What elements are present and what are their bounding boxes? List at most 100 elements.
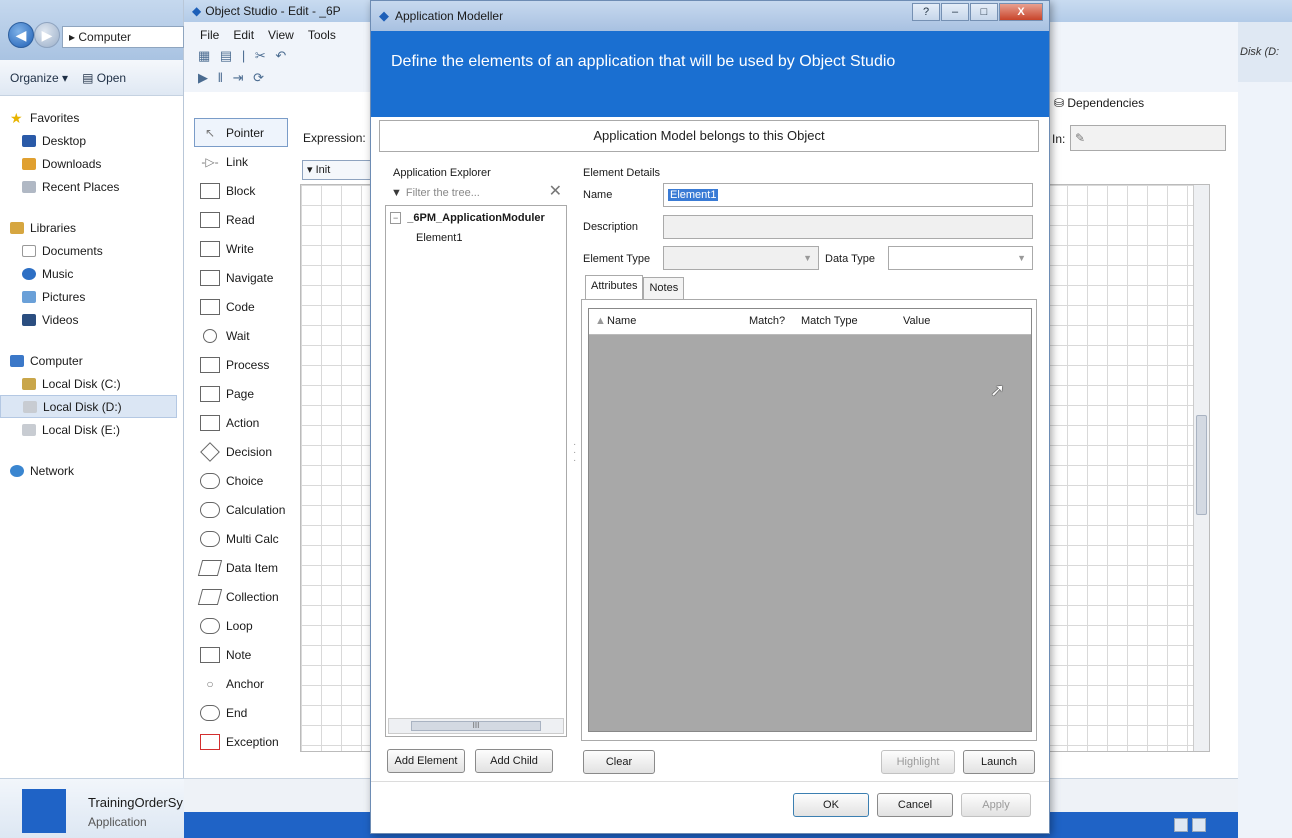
save-icon[interactable]: ▦ [198, 48, 213, 63]
nav-music[interactable]: Music [0, 262, 183, 285]
nav-desktop[interactable]: Desktop [0, 129, 183, 152]
cut-icon[interactable]: ✂ [255, 48, 269, 63]
palette-choice[interactable]: Choice [184, 466, 292, 495]
column-match-type[interactable]: Match Type [801, 315, 858, 327]
back-button[interactable]: ◀ [8, 22, 34, 48]
palette-note[interactable]: Note [184, 640, 292, 669]
open-button[interactable]: ▤ Open [82, 71, 126, 85]
forward-button[interactable]: ▶ [34, 22, 60, 48]
description-field[interactable] [663, 215, 1033, 239]
add-child-button[interactable]: Add Child [475, 749, 553, 773]
help-button[interactable]: ? [912, 3, 940, 21]
diagram-canvas-left[interactable] [300, 184, 372, 752]
address-bar[interactable]: ▸ Computer [62, 26, 184, 48]
refresh-icon[interactable]: ⟳ [253, 70, 267, 85]
calculation-icon [200, 501, 220, 518]
highlight-button[interactable]: Highlight [881, 750, 955, 774]
tree-root-node[interactable]: − _6PM_ApplicationModuler [390, 212, 545, 224]
dependencies-tab[interactable]: ⛁ Dependencies [1054, 96, 1144, 110]
scrollbar-thumb[interactable]: III [411, 721, 541, 731]
close-button[interactable]: X [999, 3, 1043, 21]
nav-computer[interactable]: Computer [0, 349, 183, 372]
collapse-icon[interactable]: − [390, 212, 402, 224]
palette-wait[interactable]: Wait [184, 321, 292, 350]
ok-button[interactable]: OK [793, 793, 869, 817]
palette-multi-calc[interactable]: Multi Calc [184, 524, 292, 553]
tree-root-label: _6PM_ApplicationModuler [407, 212, 545, 224]
data-type-select[interactable]: ▼ [888, 246, 1033, 270]
palette-end[interactable]: End [184, 698, 292, 727]
palette-code[interactable]: Code [184, 292, 292, 321]
palette-calculation[interactable]: Calculation [184, 495, 292, 524]
palette-collection[interactable]: Collection [184, 582, 292, 611]
palette-read[interactable]: Read [184, 205, 292, 234]
nav-videos[interactable]: Videos [0, 308, 183, 331]
tab-notes[interactable]: Notes [643, 277, 685, 299]
tree-horizontal-scrollbar[interactable]: III [388, 718, 564, 734]
nav-disk-c[interactable]: Local Disk (C:) [0, 372, 183, 395]
nav-documents[interactable]: Documents [0, 239, 183, 262]
palette-block[interactable]: Block [184, 176, 292, 205]
undo-icon[interactable]: ↶ [275, 48, 289, 63]
canvas-vertical-scrollbar[interactable] [1193, 185, 1209, 751]
cancel-button[interactable]: Cancel [877, 793, 953, 817]
clear-button[interactable]: Clear [583, 750, 655, 774]
palette-link[interactable]: -▷- Link [184, 147, 292, 176]
palette-exception[interactable]: Exception [184, 727, 292, 756]
palette-label: Read [226, 212, 255, 227]
column-match[interactable]: Match? [749, 315, 785, 327]
explorer-titlebar: ◀ ▶ ▸ Computer [0, 0, 184, 60]
link-icon: -▷- [201, 154, 219, 169]
apply-button[interactable]: Apply [961, 793, 1031, 817]
column-value[interactable]: Value [903, 315, 930, 327]
page-tab[interactable]: ▾ Init [302, 160, 374, 180]
organize-button[interactable]: Organize ▾ [10, 71, 68, 85]
clear-filter-icon[interactable]: ✕ [549, 183, 562, 201]
belongs-to-object-button[interactable]: Application Model belongs to this Object [379, 120, 1039, 152]
menu-view[interactable]: View [268, 28, 294, 42]
add-element-button[interactable]: Add Element [387, 749, 465, 773]
nav-disk-d[interactable]: Local Disk (D:) [0, 395, 177, 418]
menu-file[interactable]: File [200, 28, 219, 42]
launch-button[interactable]: Launch [963, 750, 1035, 774]
tree-filter[interactable]: ▼ Filter the tree... ✕ [391, 183, 564, 203]
palette-anchor[interactable]: ○ Anchor [184, 669, 292, 698]
in-field[interactable]: ✎ [1070, 125, 1226, 151]
menu-tools[interactable]: Tools [308, 28, 336, 42]
run-icon[interactable]: ▶ [198, 70, 211, 85]
nav-pictures[interactable]: Pictures [0, 285, 183, 308]
attributes-grid[interactable]: ▲ Name Match? Match Type Value [588, 308, 1032, 732]
palette-navigate[interactable]: Navigate [184, 263, 292, 292]
palette-action[interactable]: Action [184, 408, 292, 437]
palette-process[interactable]: Process [184, 350, 292, 379]
palette-pointer[interactable]: ↖ Pointer [194, 118, 288, 147]
step-icon[interactable]: ⇥ [233, 70, 247, 85]
nav-downloads[interactable]: Downloads [0, 152, 183, 175]
nav-disk-e[interactable]: Local Disk (E:) [0, 418, 183, 441]
filter-input[interactable]: Filter the tree... [406, 187, 480, 199]
palette-loop[interactable]: Loop [184, 611, 292, 640]
nav-libraries[interactable]: Libraries [0, 216, 183, 239]
minimize-button[interactable]: – [941, 3, 969, 21]
tree-element-node[interactable]: Element1 [416, 232, 462, 244]
palette-decision[interactable]: Decision [184, 437, 292, 466]
element-type-select[interactable]: ▼ [663, 246, 819, 270]
diagram-canvas-right[interactable] [1046, 184, 1210, 752]
menu-edit[interactable]: Edit [233, 28, 254, 42]
name-field[interactable]: Element1 [663, 183, 1033, 207]
column-name[interactable]: Name [607, 315, 636, 327]
nav-label: Favorites [30, 110, 80, 125]
application-tree[interactable]: − _6PM_ApplicationModuler Element1 III [385, 205, 567, 737]
palette-data-item[interactable]: Data Item [184, 553, 292, 582]
palette-page[interactable]: Page [184, 379, 292, 408]
palette-write[interactable]: Write [184, 234, 292, 263]
nav-recent-places[interactable]: Recent Places [0, 175, 183, 198]
nav-favorites[interactable]: ★ Favorites [0, 106, 183, 129]
splitter-handle[interactable]: · · · [573, 440, 576, 466]
scrollbar-thumb[interactable] [1196, 415, 1207, 515]
nav-network[interactable]: Network [0, 459, 183, 482]
maximize-button[interactable]: □ [970, 3, 998, 21]
tab-attributes[interactable]: Attributes [585, 275, 644, 299]
pause-icon[interactable]: ‖ [218, 70, 226, 85]
print-icon[interactable]: ▤ [220, 48, 235, 63]
